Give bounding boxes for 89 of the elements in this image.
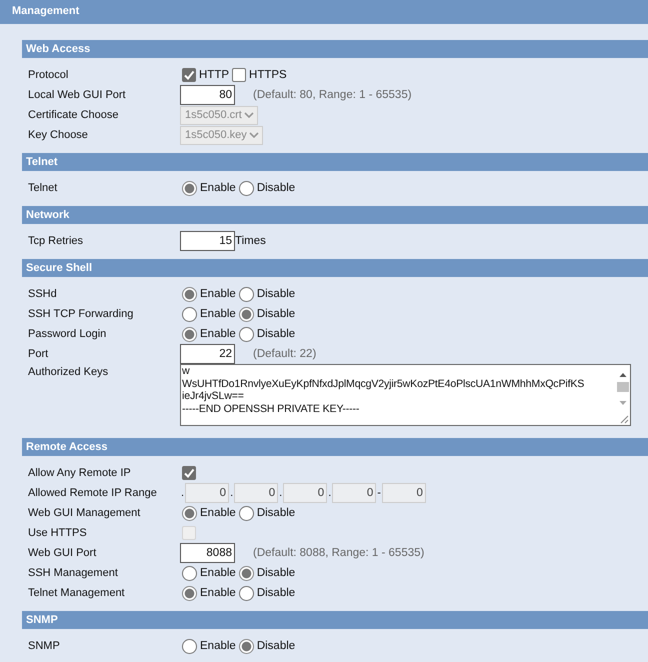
radio-button[interactable] <box>238 326 254 342</box>
text-area[interactable]: w WsUHTfDo1RnvlyeXuEyKpfNfxdJplMqcgV2yjir5wKozPtE4oPlscUA1nWMhhMxQcPifKS ieJr4jvSLw== -----END OPENSSH PRIVATE KEY----- <box>180 364 631 426</box>
radio-button[interactable] <box>238 506 254 520</box>
option-label: Disable <box>256 288 296 300</box>
input-field[interactable]: 22 <box>180 344 235 364</box>
field-label: Authorized Keys <box>27 366 110 378</box>
unit-label: Times <box>235 235 266 247</box>
text-line: -----END OPENSSH PRIVATE KEY----- <box>182 402 360 415</box>
hint-text: (Default: 22) <box>253 348 316 360</box>
radio-button[interactable] <box>238 638 254 654</box>
text-line: w <box>182 365 191 378</box>
separator: . <box>278 486 284 501</box>
option-label: Enable <box>200 288 236 300</box>
chevron-icon <box>248 132 259 138</box>
radio-button[interactable] <box>238 306 254 322</box>
field-label: Use HTTPS <box>27 527 88 539</box>
option-label: Enable <box>200 567 236 579</box>
field-label: Web GUI Management <box>27 507 142 519</box>
option-label: HTTPS <box>249 69 287 81</box>
field-label: Tcp Retries <box>27 235 84 247</box>
checkbox[interactable] <box>182 466 196 480</box>
option-label: Disable <box>256 567 296 579</box>
input-field[interactable]: 0 <box>382 483 426 503</box>
field-label: Protocol <box>27 69 70 81</box>
radio-button[interactable] <box>182 638 197 654</box>
field-label: Port <box>27 348 50 360</box>
field-label: SSH TCP Forwarding <box>27 308 134 320</box>
field-label: Allow Any Remote IP <box>27 467 132 479</box>
option-label: Disable <box>256 640 296 652</box>
input-field[interactable]: 0 <box>234 483 278 503</box>
radio-button[interactable] <box>238 566 254 580</box>
separator: . <box>180 486 186 501</box>
field-label: SNMP <box>27 640 61 652</box>
radio-button[interactable] <box>182 306 197 322</box>
option-label: Enable <box>200 182 236 194</box>
separator: . <box>229 486 234 501</box>
option-label: Enable <box>200 587 236 599</box>
radio-button[interactable] <box>182 506 197 520</box>
option-label: Disable <box>256 507 296 519</box>
hint-text: (Default: 8088, Range: 1 - 65535) <box>253 547 424 559</box>
radio-button[interactable] <box>238 286 254 302</box>
section-header: Telnet <box>22 153 648 171</box>
input-field[interactable]: 15 <box>180 231 235 251</box>
input-field[interactable]: 0 <box>332 483 376 503</box>
option-label: Disable <box>256 182 296 194</box>
radio-button[interactable] <box>182 286 197 302</box>
input-field[interactable]: 8088 <box>180 543 235 563</box>
text-line: ieJr4jvSLw== <box>182 390 245 402</box>
section-header: Secure Shell <box>22 259 648 277</box>
radio-button[interactable] <box>182 180 197 196</box>
option-label: Enable <box>200 328 236 340</box>
field-label: Certificate Choose <box>27 109 120 121</box>
option-label: Disable <box>256 328 296 340</box>
option-label: Disable <box>256 308 296 320</box>
input-field[interactable]: 80 <box>180 85 235 105</box>
radio-button[interactable] <box>182 566 197 580</box>
field-label: Web GUI Port <box>27 547 98 559</box>
field-label: Telnet Management <box>27 587 126 599</box>
field-label: SSHd <box>27 288 58 300</box>
section-header: Network <box>22 206 648 224</box>
input-field[interactable]: 0 <box>185 483 230 503</box>
section-header: Remote Access <box>22 438 648 456</box>
option-label: Disable <box>256 587 296 599</box>
option-label: Enable <box>200 308 236 320</box>
section-header: SNMP <box>22 611 648 629</box>
field-label: Telnet <box>27 182 58 194</box>
field-label: Password Login <box>27 328 108 340</box>
section-header: Web Access <box>22 40 648 58</box>
hint-text: (Default: 80, Range: 1 - 65535) <box>253 89 412 101</box>
separator: - <box>376 486 382 501</box>
resize-grip-icon <box>619 414 629 424</box>
chevron-icon <box>244 112 254 118</box>
text-line: WsUHTfDo1RnvlyeXuEyKpfNfxdJplMqcgV2yjir5wKozPtE4oPlscUA1nWMhhMxQcPifKS <box>182 378 586 390</box>
page-title: Management <box>0 0 648 24</box>
field-label: Local Web GUI Port <box>27 89 127 101</box>
input-field[interactable]: 0 <box>283 483 328 503</box>
radio-button[interactable] <box>238 586 254 600</box>
radio-button[interactable] <box>182 326 197 342</box>
checkbox[interactable] <box>182 68 196 82</box>
field-label: Allowed Remote IP Range <box>27 487 158 499</box>
radio-button[interactable] <box>238 180 254 196</box>
separator: . <box>327 486 332 501</box>
option-label: Enable <box>200 640 236 652</box>
radio-button[interactable] <box>182 586 197 600</box>
option-label: HTTP <box>199 69 230 81</box>
field-label: Key Choose <box>27 129 89 141</box>
field-label: SSH Management <box>27 567 119 579</box>
option-label: Enable <box>200 507 236 519</box>
checkbox[interactable] <box>232 68 246 82</box>
